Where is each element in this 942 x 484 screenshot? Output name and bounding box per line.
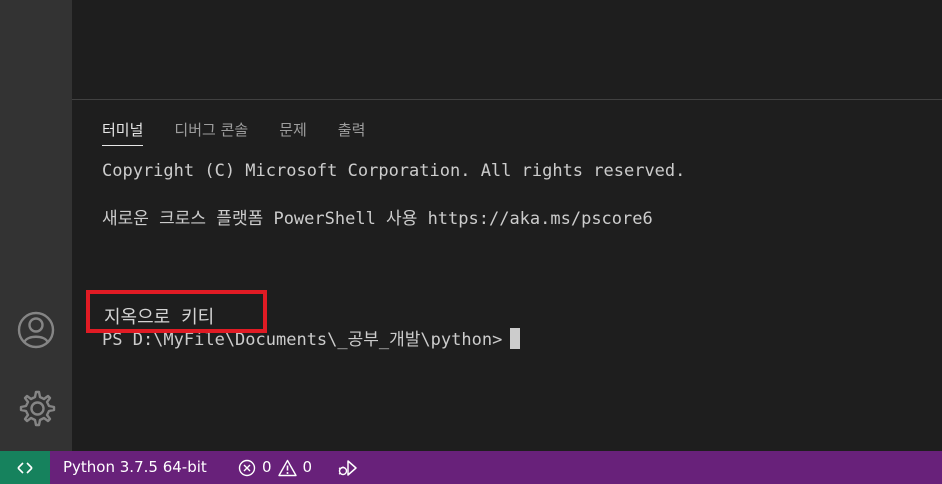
- tab-output[interactable]: 출력: [338, 116, 366, 146]
- python-interpreter[interactable]: Python 3.7.5 64-bit: [63, 451, 207, 484]
- tab-terminal[interactable]: 터미널: [102, 116, 144, 146]
- debug-icon: [338, 459, 357, 476]
- error-icon: [238, 459, 256, 476]
- terminal-line: Copyright (C) Microsoft Corporation. All…: [102, 161, 686, 181]
- tab-debug-console[interactable]: 디버그 콘솔: [174, 116, 248, 146]
- remote-button[interactable]: [0, 451, 50, 484]
- error-count: 0: [262, 458, 272, 476]
- tab-problems[interactable]: 문제: [279, 116, 307, 146]
- terminal-panel: 터미널 디버그 콘솔 문제 출력 Copyright (C) Microsoft…: [72, 99, 942, 451]
- problems-indicator[interactable]: 0 0: [238, 451, 312, 484]
- debug-button[interactable]: [336, 451, 358, 484]
- annotation-box: 지옥으로 키티: [86, 290, 267, 333]
- warning-count: 0: [302, 458, 313, 476]
- annotation-text: 지옥으로 키티: [104, 307, 215, 328]
- remote-icon: [17, 461, 33, 474]
- warning-icon: [277, 459, 297, 476]
- panel-tabs: 터미널 디버그 콘솔 문제 출력: [102, 116, 396, 148]
- activity-bar: [0, 0, 72, 451]
- account-icon[interactable]: [14, 308, 58, 352]
- gear-icon[interactable]: [14, 386, 58, 430]
- status-bar: Python 3.7.5 64-bit 0 0: [0, 451, 942, 484]
- editor-area: [72, 0, 942, 99]
- terminal-line: 새로운 크로스 플랫폼 PowerShell 사용 https://aka.ms…: [102, 209, 653, 229]
- prompt-text: PS D:\MyFile\Documents\_공부_개발\python>: [102, 330, 503, 350]
- terminal-cursor: [510, 328, 521, 349]
